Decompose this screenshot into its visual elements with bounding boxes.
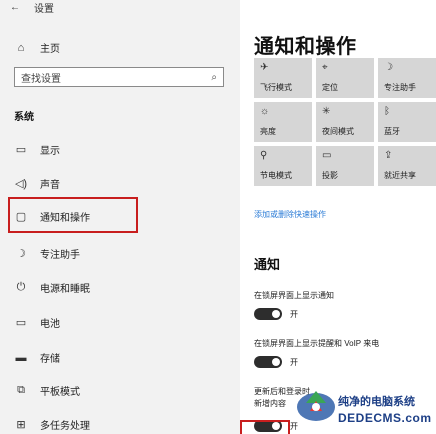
sidebar-item-label: 声音 [40,180,60,191]
sidebar-item-tablet[interactable]: ⧉ 平板模式 [14,383,80,398]
page-title: 通知和操作 [254,36,357,58]
tile-label: 专注助手 [384,83,416,92]
sidebar-item-label: 显示 [40,146,60,157]
project-icon: ▭ [322,150,332,161]
speaker-icon: ◁) [14,178,28,190]
sidebar: ← 设置 ⌂ 主页 查找设置 ⌕ 系统 ▭ 显示 ◁) 声音 ▢ 通知和操作 ☽… [0,0,240,434]
setting-label-line2: 新增内容 [254,399,286,408]
search-icon: ⌕ [211,71,217,83]
quick-action-location[interactable]: ⌖ 定位 [316,58,374,98]
sidebar-item-label: 电池 [40,319,60,330]
sidebar-item-label: 存储 [40,354,60,365]
quick-action-battery-saver[interactable]: ⚲ 节电模式 [254,146,312,186]
notifications-header: 通知 [254,257,281,272]
tile-label: 蓝牙 [384,127,400,136]
toggle-state: 开 [290,357,298,367]
watermark-logo [297,391,335,421]
setting-label: 在锁屏界面上显示提醒和 VoIP 来电 [254,339,380,348]
toggle-lock-screen-notifications[interactable]: 开 [254,308,298,320]
toggle-switch[interactable] [254,308,282,320]
tile-label: 夜间模式 [322,127,354,136]
quick-action-nearby-share[interactable]: ⇪ 就近共享 [378,146,436,186]
quick-action-focus[interactable]: ☽ 专注助手 [378,58,436,98]
quick-action-brightness[interactable]: ☼ 亮度 [254,102,312,142]
airplane-icon: ✈ [260,62,269,73]
setting-label: 在锁屏界面上显示通知 [254,291,334,300]
watermark-url: DEDECMS.com [338,411,432,425]
sidebar-item-label: 通知和操作 [40,213,90,224]
share-icon: ⇪ [384,150,393,161]
tile-label: 投影 [322,171,338,180]
watermark: 纯净的电脑系统 DEDECMS.com [294,381,436,434]
toggle-switch[interactable] [254,356,282,368]
notification-icon: ▢ [15,211,27,223]
tile-label: 节电模式 [260,171,292,180]
quick-actions-grid: ✈ 飞行模式 ⌖ 定位 ☽ 专注助手 ☼ 亮度 ✳ 夜间模式 ᛒ 蓝牙 ⚲ 节电… [254,58,436,190]
sidebar-item-storage[interactable]: ▬ 存储 [14,350,61,366]
storage-icon: ▬ [15,351,27,364]
main-content: 通知和操作 ✈ 飞行模式 ⌖ 定位 ☽ 专注助手 ☼ 亮度 ✳ 夜间模式 ᛒ 蓝… [244,0,436,434]
quick-action-airplane[interactable]: ✈ 飞行模式 [254,58,312,98]
quick-action-night-light[interactable]: ✳ 夜间模式 [316,102,374,142]
sidebar-item-multitask[interactable]: ⊞ 多任务处理 [14,417,90,432]
edit-quick-actions-link[interactable]: 添加或删除快速操作 [254,209,326,220]
sidebar-item-sound[interactable]: ◁) 声音 [14,176,60,191]
sidebar-item-label: 主页 [40,44,60,55]
home-icon: ⌂ [17,41,25,54]
brightness-icon: ☼ [260,106,270,117]
location-icon: ⚲ [260,150,268,161]
tablet-icon: ⧉ [17,384,25,396]
sidebar-item-label: 专注助手 [40,250,80,261]
sidebar-item-label: 多任务处理 [40,421,90,432]
multitask-icon: ⊞ [16,419,26,431]
title-bar: ← 设置 [10,0,54,15]
battery-icon: ▭ [15,317,27,329]
sidebar-item-notifications[interactable]: ▢ 通知和操作 [14,209,90,224]
search-placeholder: 查找设置 [21,73,61,85]
toggle-state: 开 [290,309,298,319]
night-light-icon: ✳ [322,106,331,117]
tile-label: 亮度 [260,127,276,136]
search-input[interactable]: 查找设置 ⌕ [14,67,224,87]
location-icon: ⌖ [322,62,328,73]
tile-label: 就近共享 [384,171,416,180]
watermark-text: 纯净的电脑系统 [338,396,415,408]
quick-action-bluetooth[interactable]: ᛒ 蓝牙 [378,102,436,142]
sidebar-item-label: 平板模式 [40,387,80,398]
monitor-icon: ▭ [15,144,27,156]
back-button[interactable]: ← [10,2,20,13]
tile-label: 定位 [322,83,338,92]
power-icon: ⏻ [16,281,26,293]
sidebar-item-power[interactable]: ⏻ 电源和睡眠 [14,280,90,295]
focus-icon: ☽ [384,62,393,73]
section-title: 系统 [14,112,34,123]
sidebar-item-battery[interactable]: ▭ 电池 [14,315,60,330]
window-title: 设置 [34,3,54,15]
sidebar-item-display[interactable]: ▭ 显示 [14,142,60,157]
sidebar-item-home[interactable]: ⌂ 主页 [14,40,60,56]
sidebar-item-focus[interactable]: ☽ 专注助手 [14,246,80,261]
sidebar-item-label: 电源和睡眠 [40,284,90,295]
toggle-lock-screen-reminders[interactable]: 开 [254,356,298,368]
tile-label: 飞行模式 [260,83,292,92]
quick-action-project[interactable]: ▭ 投影 [316,146,374,186]
highlight-box [240,420,290,434]
moon-icon: ☽ [16,248,26,260]
bluetooth-icon: ᛒ [384,106,390,117]
